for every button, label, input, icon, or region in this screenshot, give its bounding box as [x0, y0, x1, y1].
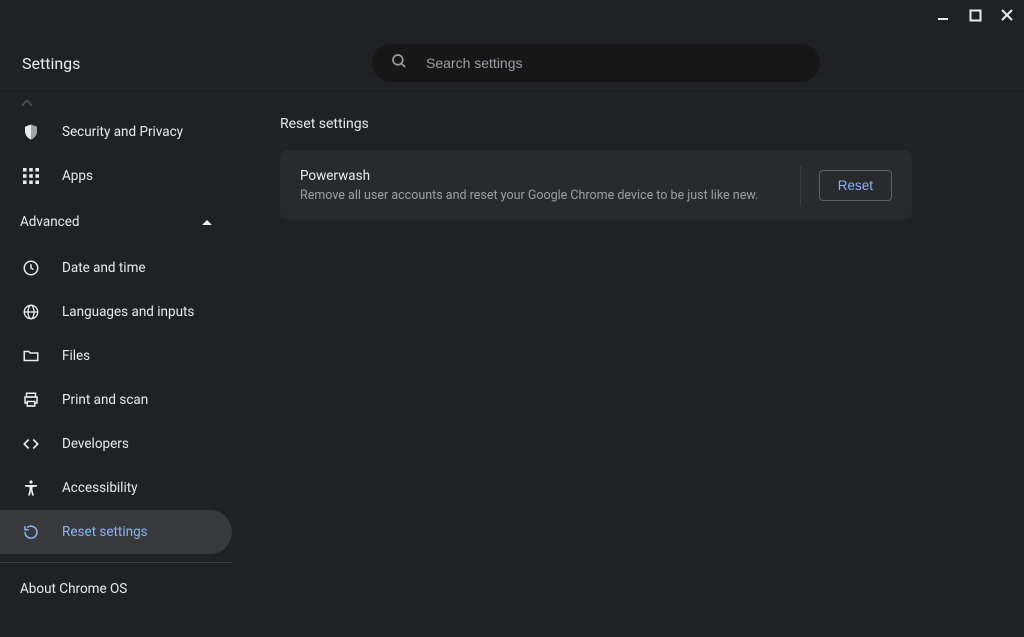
- sidebar-item-label: Accessibility: [62, 480, 138, 496]
- sidebar-item-apps[interactable]: Apps: [0, 154, 232, 198]
- folder-icon: [22, 347, 40, 365]
- sidebar-item-label: Print and scan: [62, 392, 148, 408]
- search-input[interactable]: [426, 55, 802, 71]
- divider: [0, 562, 232, 563]
- powerwash-card: Powerwash Remove all user accounts and r…: [280, 150, 912, 220]
- sidebar-item-developers[interactable]: Developers: [0, 422, 232, 466]
- card-text: Powerwash Remove all user accounts and r…: [300, 168, 788, 203]
- sidebar: Security and Privacy Apps Advanced Dat: [0, 88, 232, 637]
- chevron-up-icon: [202, 214, 212, 230]
- sidebar-item-security-privacy[interactable]: Security and Privacy: [0, 110, 232, 154]
- sidebar-item-label: Reset settings: [62, 524, 148, 540]
- sidebar-item-label: Files: [62, 348, 90, 364]
- sidebar-item-cut: [0, 100, 232, 110]
- sidebar-item-accessibility[interactable]: Accessibility: [0, 466, 232, 510]
- sidebar-item-about[interactable]: About Chrome OS: [0, 569, 232, 609]
- sidebar-item-files[interactable]: Files: [0, 334, 232, 378]
- code-icon: [22, 435, 40, 453]
- divider: [800, 166, 801, 204]
- apps-icon: [22, 167, 40, 185]
- sidebar-item-label: Date and time: [62, 260, 146, 276]
- sidebar-item-label: Apps: [62, 168, 93, 184]
- sidebar-item-languages[interactable]: Languages and inputs: [0, 290, 232, 334]
- section-title: Reset settings: [280, 116, 1024, 132]
- sidebar-item-label: Developers: [62, 436, 129, 452]
- sidebar-item-label: Languages and inputs: [62, 304, 194, 320]
- shield-icon: [22, 123, 40, 141]
- advanced-label: Advanced: [20, 214, 80, 230]
- sidebar-item-label: Security and Privacy: [62, 124, 183, 140]
- sidebar-item-reset-settings[interactable]: Reset settings: [0, 510, 232, 554]
- globe-icon: [22, 303, 40, 321]
- search-icon: [390, 52, 408, 74]
- divider: [0, 88, 1024, 89]
- app-title: Settings: [22, 54, 80, 73]
- reset-icon: [22, 523, 40, 541]
- printer-icon: [22, 391, 40, 409]
- sidebar-advanced-toggle[interactable]: Advanced: [0, 202, 232, 242]
- card-title: Powerwash: [300, 168, 788, 184]
- accessibility-icon: [22, 479, 40, 497]
- sidebar-item-date-time[interactable]: Date and time: [0, 246, 232, 290]
- header: Settings: [0, 0, 1024, 88]
- card-description: Remove all user accounts and reset your …: [300, 188, 788, 203]
- main-content: Reset settings Powerwash Remove all user…: [232, 88, 1024, 637]
- clock-icon: [22, 259, 40, 277]
- sidebar-item-label: About Chrome OS: [20, 581, 127, 597]
- search-field[interactable]: [372, 44, 820, 82]
- reset-button[interactable]: Reset: [819, 170, 892, 201]
- sidebar-item-print-scan[interactable]: Print and scan: [0, 378, 232, 422]
